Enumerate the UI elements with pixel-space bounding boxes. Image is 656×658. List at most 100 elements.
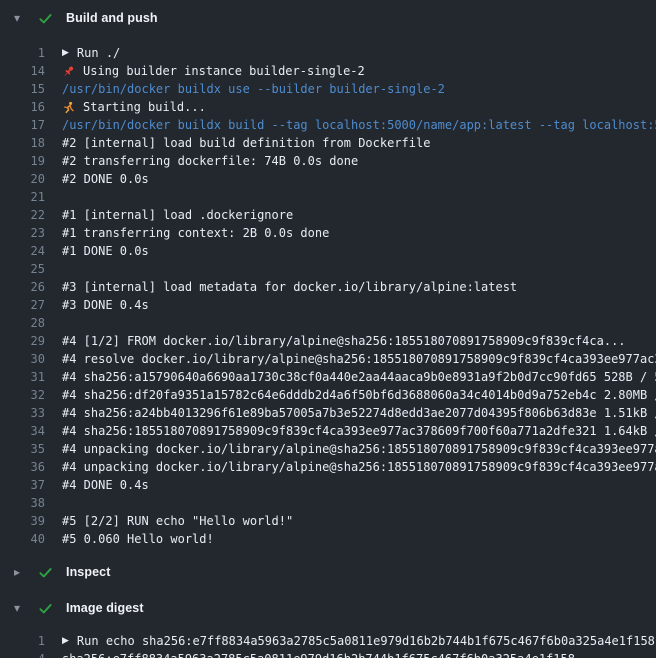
line-number[interactable]: 36 [0, 460, 45, 474]
line-number[interactable]: 38 [0, 496, 45, 510]
line-number[interactable]: 39 [0, 514, 45, 528]
line-number[interactable]: 22 [0, 208, 45, 222]
line-number[interactable]: 19 [0, 154, 45, 168]
log-line: 40 #5 0.060 Hello world! [0, 530, 656, 548]
expand-right-icon[interactable]: ▶ [62, 49, 69, 58]
log-line: 31 #4 sha256:a15790640a6690aa1730c38cf0a4… [0, 368, 656, 386]
line-number[interactable]: 25 [0, 262, 45, 276]
log-text: #4 unpacking docker.io/library/alpine@sh… [62, 460, 656, 474]
log-line: 18#2 [internal] load build definition fr… [0, 134, 656, 152]
log-line: 23 #1 transferring context: 2B 0.0s done [0, 224, 656, 242]
line-number[interactable]: 14 [0, 64, 45, 78]
line-number[interactable]: 18 [0, 136, 45, 150]
log-text: sha256:e7ff8834a5963a2785c5a0811e979d16b… [62, 652, 575, 658]
line-number[interactable]: 34 [0, 424, 45, 438]
log-text: #4 DONE 0.4s [62, 478, 149, 492]
log-line: 28 [0, 314, 656, 332]
log-text: Starting build... [83, 100, 206, 114]
line-content: #4 sha256:185518070891758909c9f839cf4ca3… [62, 424, 656, 438]
line-content: #5 [2/2] RUN echo "Hello world!" [62, 514, 656, 528]
log-line: 4 sha256:e7ff8834a5963a2785c5a0811e979d16… [0, 650, 656, 658]
line-content: #1 [internal] load .dockerignore [62, 208, 656, 222]
line-number[interactable]: 20 [0, 172, 45, 186]
line-number[interactable]: 30 [0, 352, 45, 366]
line-number[interactable]: 32 [0, 388, 45, 402]
line-content: #4 unpacking docker.io/library/alpine@sh… [62, 460, 656, 474]
pushpin-emoji [62, 65, 76, 78]
log-line: 15/usr/bin/docker buildx use --builder b… [0, 80, 656, 98]
line-number[interactable]: 1 [0, 634, 45, 648]
line-number[interactable]: 33 [0, 406, 45, 420]
log-line: 34 #4 sha256:185518070891758909c9f839cf4c… [0, 422, 656, 440]
line-number[interactable]: 16 [0, 100, 45, 114]
log-line: 27 #3 DONE 0.4s [0, 296, 656, 314]
check-icon [38, 565, 54, 580]
log-text: #4 [1/2] FROM docker.io/library/alpine@s… [62, 334, 626, 348]
log-line: 37 #4 DONE 0.4s [0, 476, 656, 494]
log-line: 20 #2 DONE 0.0s [0, 170, 656, 188]
log-text: #5 [2/2] RUN echo "Hello world!" [62, 514, 293, 528]
line-content: ▶ Run echo sha256:e7ff8834a5963a2785c5a08… [62, 634, 656, 648]
line-number[interactable]: 26 [0, 280, 45, 294]
line-content: #4 DONE 0.4s [62, 478, 656, 492]
line-content: #4 sha256:a15790640a6690aa1730c38cf0a440… [62, 370, 656, 384]
line-number[interactable]: 24 [0, 244, 45, 258]
log-text: #4 sha256:185518070891758909c9f839cf4ca3… [62, 424, 656, 438]
log-text: #4 sha256:df20fa9351a15782c64e6dddb2d4a6… [62, 388, 656, 402]
line-number[interactable]: 37 [0, 478, 45, 492]
log-line: 19#2 transferring dockerfile: 74B 0.0s d… [0, 152, 656, 170]
line-number[interactable]: 40 [0, 532, 45, 546]
log-line: 29 #4 [1/2] FROM docker.io/library/alpine… [0, 332, 656, 350]
runner-emoji [62, 101, 76, 114]
line-number[interactable]: 1 [0, 46, 45, 60]
section-title: Image digest [66, 601, 144, 615]
line-number[interactable]: 29 [0, 334, 45, 348]
section-header-image-digest[interactable]: ▾Image digest [0, 590, 656, 626]
log-text: #5 0.060 Hello world! [62, 532, 214, 546]
line-number[interactable]: 27 [0, 298, 45, 312]
section-log-build-and-push: 1▶Run ./14Using builder instance builder… [0, 36, 656, 554]
section-header-inspect[interactable]: ▸Inspect [0, 554, 656, 590]
log-text: #4 sha256:a15790640a6690aa1730c38cf0a440… [62, 370, 656, 384]
log-line: 24#1 DONE 0.0s [0, 242, 656, 260]
log-line: 30 #4 resolve docker.io/library/alpine@sh… [0, 350, 656, 368]
section-header-build-and-push[interactable]: ▾Build and push [0, 0, 656, 36]
log-line: 17/usr/bin/docker buildx build --tag loc… [0, 116, 656, 134]
line-number[interactable]: 35 [0, 442, 45, 456]
log-line: 16 Starting build... [0, 98, 656, 116]
log-line: 39 #5 [2/2] RUN echo "Hello world!" [0, 512, 656, 530]
line-content: /usr/bin/docker buildx build --tag local… [62, 118, 656, 132]
expand-right-icon[interactable]: ▶ [62, 637, 69, 646]
log-text: #1 transferring context: 2B 0.0s done [62, 226, 329, 240]
line-content: #4 sha256:a24bb4013296f61e89ba57005a7b3e… [62, 406, 656, 420]
line-content: #4 resolve docker.io/library/alpine@sha2… [62, 352, 656, 366]
log-line: 25 [0, 260, 656, 278]
log-text: #4 unpacking docker.io/library/alpine@sh… [62, 442, 656, 456]
line-content: #2 DONE 0.0s [62, 172, 656, 186]
log-text: #3 DONE 0.4s [62, 298, 149, 312]
line-number[interactable]: 4 [0, 652, 45, 658]
log-text: Run echo sha256:e7ff8834a5963a2785c5a081… [77, 634, 655, 648]
log-text: #3 [internal] load metadata for docker.i… [62, 280, 517, 294]
line-content: #4 unpacking docker.io/library/alpine@sh… [62, 442, 656, 456]
line-number[interactable]: 31 [0, 370, 45, 384]
log-text: #2 DONE 0.0s [62, 172, 149, 186]
check-icon [38, 601, 54, 616]
log-line: 21 [0, 188, 656, 206]
chevron-right-icon: ▸ [14, 566, 28, 578]
line-number[interactable]: 17 [0, 118, 45, 132]
check-icon [38, 11, 54, 26]
line-content: #3 DONE 0.4s [62, 298, 656, 312]
line-content: #3 [internal] load metadata for docker.i… [62, 280, 656, 294]
line-number[interactable]: 28 [0, 316, 45, 330]
log-line: 1 ▶ Run echo sha256:e7ff8834a5963a2785c5a0… [0, 632, 656, 650]
log-text: Run ./ [77, 46, 120, 60]
line-number[interactable]: 23 [0, 226, 45, 240]
line-number[interactable]: 21 [0, 190, 45, 204]
line-number[interactable]: 15 [0, 82, 45, 96]
log-line: 33 #4 sha256:a24bb4013296f61e89ba57005a7b… [0, 404, 656, 422]
line-content: sha256:e7ff8834a5963a2785c5a0811e979d16b… [62, 652, 656, 658]
chevron-down-icon: ▾ [14, 12, 28, 24]
log-line: 35 #4 unpacking docker.io/library/alpine@… [0, 440, 656, 458]
line-content: ▶ Run ./ [62, 46, 656, 60]
